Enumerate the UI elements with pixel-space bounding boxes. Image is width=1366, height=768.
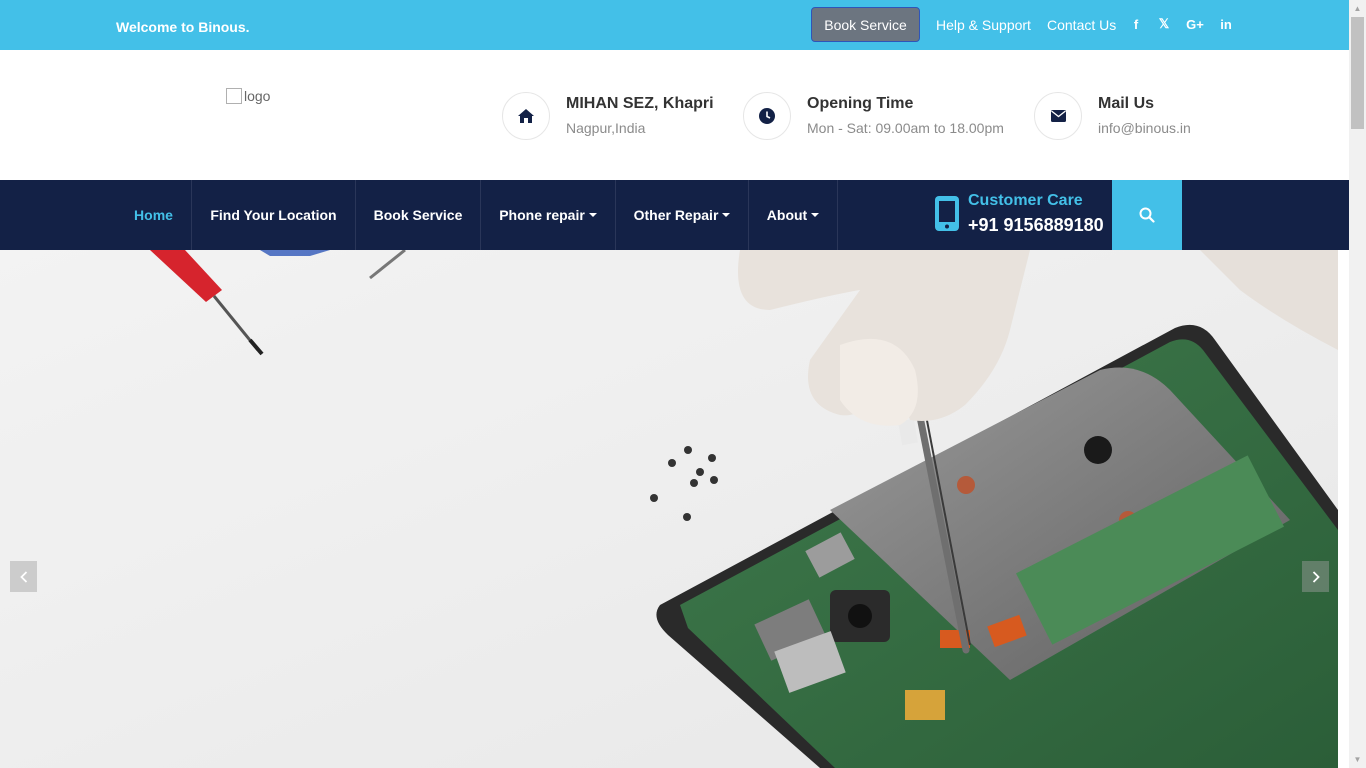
nav-book-service[interactable]: Book Service: [356, 180, 481, 250]
chevron-down-icon: [722, 213, 731, 217]
google-plus-icon[interactable]: G+: [1185, 14, 1205, 34]
customer-care-number[interactable]: +91 9156889180: [968, 215, 1104, 236]
scroll-up-icon[interactable]: ▲: [1349, 0, 1366, 17]
nav-find-location-label: Find Your Location: [210, 207, 337, 223]
chevron-down-icon: [588, 213, 597, 217]
page-scrollbar[interactable]: ▲ ▼: [1349, 0, 1366, 768]
nav-book-service-label: Book Service: [373, 207, 463, 223]
address-sub: Nagpur,India: [566, 120, 646, 136]
mobile-phone-icon: [935, 196, 959, 231]
envelope-icon: [1034, 92, 1082, 140]
slider-next-button[interactable]: [1302, 561, 1329, 592]
nav-phone-repair[interactable]: Phone repair: [481, 180, 616, 250]
chevron-down-icon: [811, 213, 820, 217]
mail-sub[interactable]: info@binous.in: [1098, 120, 1191, 136]
nav-about[interactable]: About: [749, 180, 838, 250]
facebook-icon[interactable]: f: [1126, 14, 1146, 34]
top-book-service-button[interactable]: Book Service: [811, 7, 920, 42]
nav-home-label: Home: [134, 207, 173, 223]
opening-title: Opening Time: [807, 95, 914, 112]
nav-about-label: About: [766, 207, 808, 223]
scroll-down-icon[interactable]: ▼: [1349, 751, 1366, 768]
opening-sub: Mon - Sat: 09.00am to 18.00pm: [807, 120, 1004, 136]
nav-other-repair-label: Other Repair: [633, 207, 719, 223]
address-title: MIHAN SEZ, Khapri: [566, 95, 714, 112]
broken-image-icon: [226, 88, 242, 104]
nav-home[interactable]: Home: [116, 180, 192, 250]
help-support-link[interactable]: Help & Support: [936, 17, 1031, 33]
header: logo MIHAN SEZ, Khapri Nagpur,India Open…: [0, 50, 1349, 180]
nav-find-location[interactable]: Find Your Location: [192, 180, 356, 250]
slider-prev-button[interactable]: [10, 561, 37, 592]
logo-alt-text: logo: [244, 88, 271, 104]
logo[interactable]: logo: [226, 88, 270, 104]
chevron-right-icon: [1312, 570, 1320, 583]
search-button[interactable]: [1112, 180, 1182, 250]
linkedin-icon[interactable]: in: [1216, 14, 1236, 34]
top-bar: Welcome to Binous. Book Service Help & S…: [0, 0, 1349, 50]
hero-image: [0, 250, 1338, 768]
nav-other-repair[interactable]: Other Repair: [616, 180, 749, 250]
hero-slider: [0, 250, 1338, 768]
x-twitter-icon[interactable]: 𝕏: [1154, 14, 1174, 34]
scroll-thumb[interactable]: [1351, 17, 1364, 129]
welcome-text: Welcome to Binous.: [116, 19, 250, 35]
clock-icon: [743, 92, 791, 140]
nav-phone-repair-label: Phone repair: [499, 207, 585, 223]
chevron-left-icon: [19, 570, 27, 583]
home-icon: [502, 92, 550, 140]
mail-title: Mail Us: [1098, 95, 1155, 112]
hero-right-edge: [1338, 250, 1349, 768]
customer-care-label: Customer Care: [968, 192, 1083, 209]
search-icon: [1139, 207, 1155, 223]
contact-us-link[interactable]: Contact Us: [1047, 17, 1116, 33]
